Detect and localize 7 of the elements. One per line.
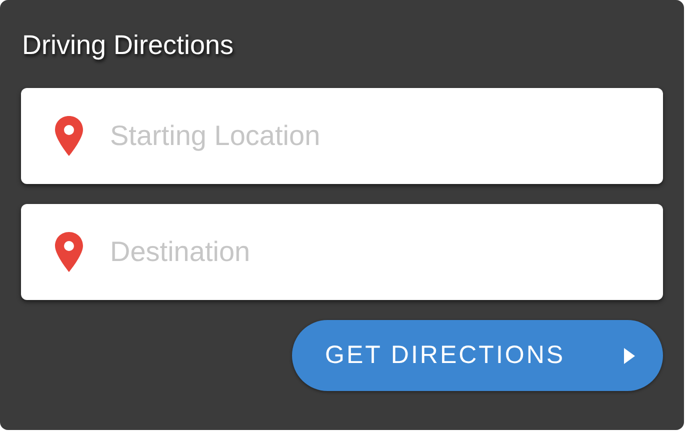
map-pin-icon	[54, 231, 84, 273]
caret-icon	[624, 348, 635, 364]
input-field[interactable]: Destination	[21, 204, 663, 300]
map-pin-icon	[54, 115, 84, 157]
card-title: Driving Directions	[22, 29, 234, 62]
input-field[interactable]: Starting Location	[21, 88, 663, 184]
get-directions-button[interactable]: GET DIRECTIONS	[292, 320, 663, 391]
